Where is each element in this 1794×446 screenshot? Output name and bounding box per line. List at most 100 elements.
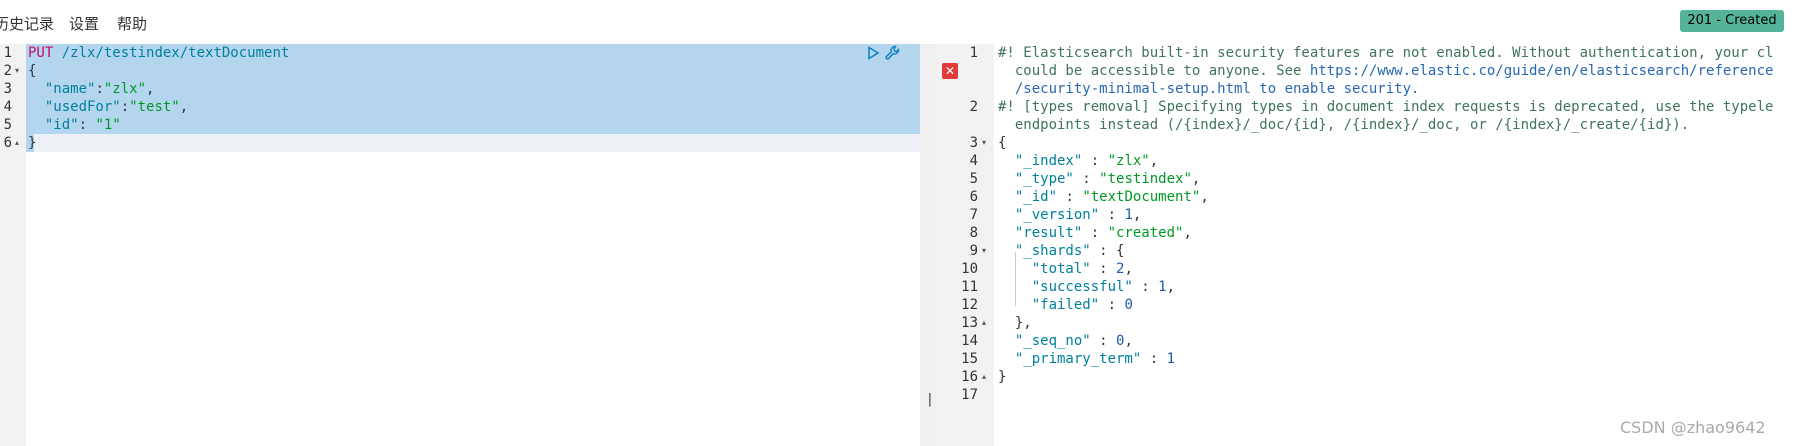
- code-line: PUT /zlx/testindex/textDocument: [28, 44, 289, 62]
- code-line: {: [998, 134, 1006, 152]
- fold-close-icon[interactable]: ▴: [15, 134, 19, 152]
- line-number: 17: [961, 387, 978, 403]
- code-token: :: [1090, 333, 1117, 349]
- watermark: CSDN @zhao9642: [1620, 418, 1766, 437]
- line-number: 1: [969, 45, 978, 61]
- line-number: 3: [969, 135, 978, 151]
- code-line: "usedFor":"test",: [28, 98, 188, 116]
- code-token: 1: [1158, 279, 1167, 295]
- console-toolbar: 历史记录 设置 帮助 201 - Created: [0, 0, 1794, 44]
- code-token: :: [1099, 297, 1125, 313]
- code-token: /zlx/testindex/textDocument: [53, 45, 290, 61]
- response-status-badge: 201 - Created: [1680, 10, 1784, 32]
- fold-open-icon[interactable]: ▾: [982, 134, 986, 152]
- code-token: "zlx": [1107, 153, 1150, 169]
- line-number: 8: [969, 225, 978, 241]
- code-token: ,: [1166, 279, 1176, 295]
- fold-open-icon[interactable]: ▾: [982, 242, 986, 260]
- code-token: "_shards": [1014, 243, 1091, 259]
- code-token: ,: [1124, 261, 1133, 277]
- line-number: 13: [961, 315, 978, 331]
- code-token: "zlx": [103, 81, 147, 97]
- code-token: 1: [1124, 207, 1133, 223]
- code-token: "_id": [1014, 189, 1058, 205]
- line-number: 11: [961, 279, 978, 295]
- fold-close-icon[interactable]: ▴: [982, 368, 986, 386]
- code-token: "successful": [1031, 279, 1133, 295]
- code-token: #! [types removal] Specifying types in d…: [998, 99, 1774, 115]
- menu-help[interactable]: 帮助: [117, 13, 147, 34]
- code-line: could be accessible to anyone. See https…: [998, 62, 1774, 80]
- code-token: 0: [1124, 297, 1133, 313]
- code-token: /security-minimal-setup.html to enable s…: [998, 81, 1420, 97]
- code-line: "_type" : "testindex",: [998, 170, 1200, 188]
- code-token: :: [1082, 225, 1108, 241]
- code-line: "name":"zlx",: [28, 80, 155, 98]
- code-token: "_type": [1014, 171, 1074, 187]
- code-token: ,: [1191, 171, 1201, 187]
- code-token: 1: [1166, 351, 1176, 367]
- code-token: :: [1090, 261, 1117, 277]
- code-token: "total": [1031, 261, 1091, 277]
- line-number: 10: [961, 261, 978, 277]
- wrench-icon[interactable]: [884, 44, 902, 62]
- code-token: }: [28, 135, 37, 151]
- fold-open-icon[interactable]: ▾: [15, 62, 19, 80]
- line-number: 14: [961, 333, 978, 349]
- line-number: 6: [3, 135, 12, 151]
- request-gutter: 1 2 3 4 5 6 ▾ ▴: [0, 44, 26, 446]
- error-icon[interactable]: ✕: [942, 63, 958, 79]
- code-token: ,: [1124, 333, 1133, 349]
- menu-history[interactable]: 历史记录: [0, 13, 54, 34]
- code-token: "id": [44, 117, 79, 133]
- line-number: 15: [961, 351, 978, 367]
- code-token: :: [95, 81, 104, 97]
- active-line-highlight: [26, 134, 920, 152]
- line-number: 7: [969, 207, 978, 223]
- code-token: "_index": [1014, 153, 1083, 169]
- code-token: "usedFor": [44, 99, 121, 115]
- code-line: {: [28, 62, 36, 80]
- code-token: PUT: [28, 45, 54, 61]
- code-line: "_seq_no" : 0,: [998, 332, 1133, 350]
- request-editor[interactable]: 1 2 3 4 5 6 ▾ ▴ PUT /zlx/testindex/textDocument…: [0, 44, 920, 446]
- code-token: "name": [44, 81, 96, 97]
- line-number: 2: [969, 99, 978, 115]
- menu-settings[interactable]: 设置: [69, 13, 99, 34]
- code-token: :: [120, 99, 130, 115]
- line-number: 4: [3, 99, 12, 115]
- code-token: "created": [1107, 225, 1184, 241]
- fold-close-icon[interactable]: ▴: [982, 314, 986, 332]
- play-icon[interactable]: [866, 46, 880, 60]
- code-token: ,: [146, 81, 155, 97]
- line-number: 5: [969, 171, 978, 187]
- code-token: :: [78, 117, 96, 133]
- code-line: "_id" : "textDocument",: [998, 188, 1209, 206]
- line-number: 1: [3, 45, 12, 61]
- code-line: }: [28, 134, 36, 152]
- code-token: "failed": [1031, 297, 1100, 313]
- code-token: "_seq_no": [1014, 333, 1091, 349]
- code-token: "test": [129, 99, 180, 115]
- response-editor[interactable]: ✕ 1 2 3 4 5 6 7 8 9 10 11 12 13 14 15 16 17 ▾ ▾ ▴ ▴ #! Elast…: [937, 44, 1794, 446]
- pane-divider[interactable]: [920, 44, 937, 446]
- code-token: :: [1141, 351, 1167, 367]
- code-line: "total" : 2,: [998, 260, 1133, 278]
- code-line: "successful" : 1,: [998, 278, 1175, 296]
- code-token: {: [998, 135, 1007, 151]
- code-token: :: [1099, 207, 1125, 223]
- code-token: "testindex": [1099, 171, 1192, 187]
- code-line: "_primary_term" : 1: [998, 350, 1175, 368]
- line-number: 3: [3, 81, 12, 97]
